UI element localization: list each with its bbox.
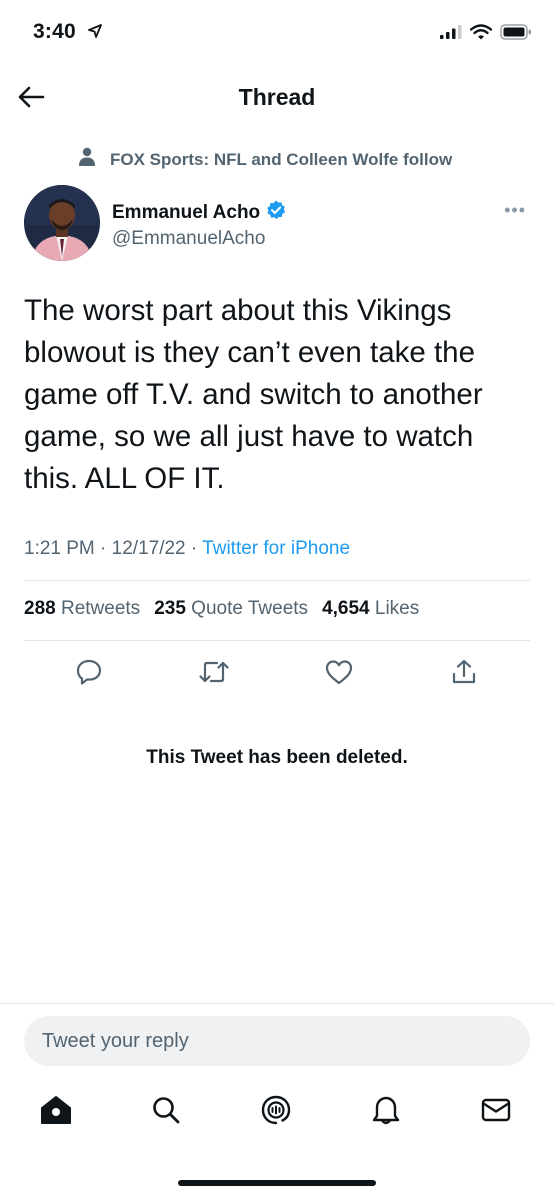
reply-button[interactable]: [71, 656, 107, 692]
home-icon: [40, 1095, 72, 1130]
retweet-icon: [199, 659, 229, 690]
quote-tweets-stat[interactable]: 235 Quote Tweets: [154, 598, 308, 620]
search-icon: [151, 1095, 181, 1130]
signal-icon: [440, 25, 462, 44]
tweet-time[interactable]: 1:21 PM: [24, 538, 95, 559]
tweet-source-link[interactable]: Twitter for iPhone: [202, 538, 350, 559]
author-handle[interactable]: @EmmanuelAcho: [112, 228, 265, 250]
tab-spaces[interactable]: [256, 1092, 296, 1132]
avatar[interactable]: [24, 185, 100, 261]
likes-label: Likes: [374, 598, 420, 619]
tweet-stats: 288 Retweets 235 Quote Tweets 4,654 Like…: [24, 598, 419, 620]
status-icons: [440, 24, 532, 45]
deleted-tweet-notice: This Tweet has been deleted.: [146, 747, 408, 768]
social-context-text: FOX Sports: NFL and Colleen Wolfe follow: [110, 149, 453, 169]
notifications-icon: [371, 1094, 401, 1131]
tweet-text: The worst part about this Vikings blowou…: [24, 294, 483, 495]
tab-home[interactable]: [36, 1092, 76, 1132]
meta-separator: ·: [190, 538, 198, 559]
status-time: 3:40: [33, 20, 102, 44]
likes-stat[interactable]: 4,654 Likes: [322, 598, 419, 620]
retweet-button[interactable]: [196, 656, 232, 692]
divider: [0, 1003, 554, 1004]
like-button[interactable]: [321, 656, 357, 692]
more-options-icon[interactable]: •••: [504, 200, 526, 221]
divider: [24, 640, 530, 641]
share-button[interactable]: [446, 656, 482, 692]
reply-icon: [75, 658, 103, 691]
retweets-count: 288: [24, 598, 56, 619]
spaces-icon: [260, 1094, 292, 1131]
meta-separator: ·: [100, 538, 107, 559]
author-name-text: Emmanuel Acho: [112, 202, 261, 223]
battery-icon: [500, 24, 532, 45]
tweet-timestamp: 1:21 PM · 12/17/22 · Twitter for iPhone: [24, 538, 350, 560]
status-time-text: 3:40: [33, 20, 76, 43]
tab-notifications[interactable]: [366, 1092, 406, 1132]
retweets-label: Retweets: [60, 598, 141, 619]
back-arrow-icon: [17, 85, 45, 114]
wifi-icon: [469, 24, 493, 45]
tweet-date[interactable]: 12/17/22: [112, 538, 186, 559]
page-title: Thread: [238, 84, 316, 110]
reply-input[interactable]: [24, 1016, 530, 1066]
tab-messages[interactable]: [476, 1092, 516, 1132]
like-icon: [324, 658, 354, 691]
quotes-label: Quote Tweets: [191, 598, 309, 619]
retweets-stat[interactable]: 288 Retweets: [24, 598, 140, 620]
social-context[interactable]: FOX Sports: NFL and Colleen Wolfe follow: [78, 147, 452, 172]
back-button[interactable]: [14, 82, 48, 116]
home-indicator: [178, 1180, 376, 1186]
verified-badge-icon: [266, 200, 286, 226]
person-icon: [78, 147, 110, 172]
likes-count: 4,654: [322, 598, 370, 619]
messages-icon: [480, 1097, 512, 1128]
tab-search[interactable]: [146, 1092, 186, 1132]
share-icon: [450, 658, 478, 691]
location-arrow-icon: [87, 20, 102, 44]
author-name[interactable]: Emmanuel Acho: [112, 200, 286, 226]
divider: [24, 580, 530, 581]
quotes-count: 235: [154, 598, 186, 619]
